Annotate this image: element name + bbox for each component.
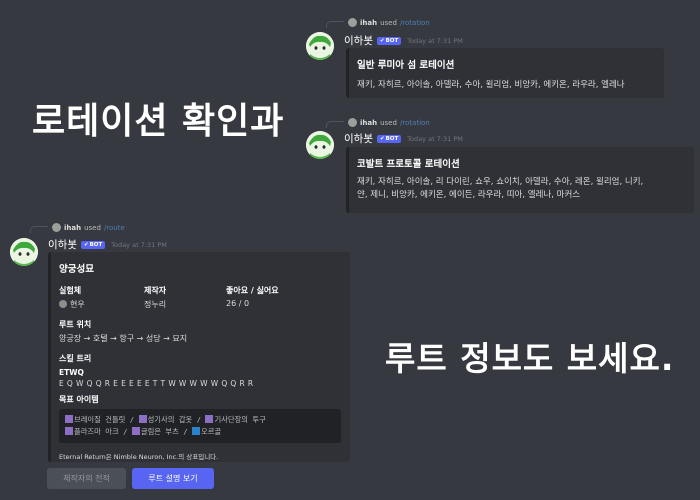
route-embed: 양궁성묘 실험체 현우 제작자 정누리 좋아요 / 싫어요 26 / 0 루트 … [48,252,350,462]
bot-name[interactable]: 이하봇 [48,237,77,252]
reply-command[interactable]: /rotation [400,19,430,27]
item-icon [65,415,73,423]
caption-route: 루트 정보도 보세요. [385,339,675,378]
bot-badge: ✔ BOT [80,240,106,249]
bot-avatar-art [10,238,38,266]
item-name: 기사단장의 투구 [214,415,266,424]
caption-rotation: 로테이션 확인과 [32,101,285,142]
item-icon [138,415,147,423]
reply-reference[interactable]: ihah used /rotation [326,17,430,28]
embed-footer: Eternal Return은 Nimble Neuron, Inc.의 상표입… [59,453,219,461]
check-icon: ✔ [83,241,89,248]
reply-reference[interactable]: ihah used /rotation [326,117,430,128]
field-likes: 좋아요 / 싫어요 26 / 0 [226,285,279,310]
embed-title: 양궁성묘 [59,264,94,275]
skill-order: ETWQ [59,368,84,377]
message-header: 이하봇 ✔ BOT Today at 7:31 PM [344,131,463,146]
field-name: 실험체 [59,286,82,295]
item-icon [192,427,201,435]
item-name: 오르골 [201,427,222,436]
field-skill-tree: 스킬 트리 ETWQ E Q W Q Q R E E E E E T T W W… [59,353,342,388]
goal-items-code-block: 브레이질 건틀릿 / 성기사의 갑옷 / 기사단장의 투구 플라즈마 아크 / … [59,409,341,443]
item-name: 플라즈마 아크 [74,427,119,436]
reply-verb: used [380,118,397,127]
embed-description-line: 얀, 제니, 비앙카, 에키온, 에이든, 라우라, 띠아, 엘레나, 마커스 [357,190,581,200]
route-description-button[interactable]: 루트 설명 보기 [132,468,214,489]
item-icon [65,427,73,435]
reply-reference[interactable]: ihah used /route [30,222,125,233]
reply-verb: used [380,18,397,27]
author-history-button[interactable]: 제작자의 전적 [47,468,126,489]
check-icon: ✔ [379,135,385,142]
item-name: 글림은 부츠 [140,427,179,436]
bot-name[interactable]: 이하봇 [344,131,373,146]
bot-badge-label: BOT [89,241,103,248]
character-name: 현우 [70,300,85,309]
user-avatar-small [348,118,357,127]
timestamp: Today at 7:31 PM [407,36,463,45]
embed-title: 일반 루미아 섬 로테이션 [357,60,455,71]
reply-spine [326,121,344,128]
bot-avatar[interactable] [306,32,334,60]
field-name: 목표 아이템 [59,395,99,404]
bot-avatar[interactable] [10,238,38,266]
goal-items-line: 플라즈마 아크 / 글림은 부츠 / 오르골 [65,426,335,438]
bot-avatar-art [306,32,334,60]
rotation-embed: 일반 루미아 섬 로테이션 재키, 자히르, 아이솔, 아델라, 수아, 윌리엄… [346,48,664,98]
reply-spine [30,226,48,233]
item-icon [205,415,214,423]
reply-username[interactable]: ihah [360,19,377,27]
field-route: 루트 위치 양궁장 → 호텔 → 항구 → 성당 → 묘지 [59,319,342,344]
item-name: 성기사의 갑옷 [147,415,193,424]
bot-badge-label: BOT [385,135,399,142]
bot-avatar[interactable] [306,131,334,159]
message-header: 이하봇 ✔ BOT Today at 7:31 PM [344,33,463,48]
reply-verb: used [84,223,101,232]
field-row: 실험체 현우 제작자 정누리 좋아요 / 싫어요 26 / 0 [59,285,342,310]
skill-sequence: E Q W Q Q R E E E E E T T W W W W W Q Q … [59,379,254,388]
field-name: 루트 위치 [59,320,92,329]
bot-badge: ✔ BOT [376,134,402,143]
field-value: 현우 [59,299,144,310]
field-name: 제작자 [144,286,167,295]
reply-command[interactable]: /rotation [400,119,430,127]
bot-badge: ✔ BOT [376,36,402,45]
reply-command[interactable]: /route [104,224,125,232]
field-value: 정누리 [144,300,167,309]
item-icon [131,427,140,435]
goal-items-line: 브레이질 건틀릿 / 성기사의 갑옷 / 기사단장의 투구 [65,414,335,426]
timestamp: Today at 7:31 PM [407,134,463,143]
bot-name[interactable]: 이하봇 [344,33,373,48]
reply-username[interactable]: ihah [64,224,81,232]
user-avatar-small [348,18,357,27]
embed-title: 코발트 프로토콜 로테이션 [357,159,460,170]
bot-avatar-art [306,131,334,159]
reply-username[interactable]: ihah [360,119,377,127]
embed-description: 재키, 자히르, 아이솔, 아델라, 수아, 윌리엄, 비앙카, 에키온, 라우… [357,80,625,90]
field-subject: 실험체 현우 [59,285,144,310]
field-goal-items: 목표 아이템 브레이질 건틀릿 / 성기사의 갑옷 / 기사단장의 투구 플라즈… [59,394,342,443]
embed-description-line: 재키, 자히르, 아이솔, 리 다이린, 쇼우, 쇼이치, 아델라, 수아, 레… [357,177,644,187]
message-header: 이하봇 ✔ BOT Today at 7:31 PM [48,237,167,252]
check-icon: ✔ [379,37,385,44]
field-author: 제작자 정누리 [144,285,226,310]
reply-spine [326,21,344,28]
field-value: 양궁장 → 호텔 → 항구 → 성당 → 묘지 [59,334,188,343]
user-avatar-small [52,223,61,232]
field-name: 좋아요 / 싫어요 [226,286,279,295]
field-value: 26 / 0 [226,299,250,308]
field-name: 스킬 트리 [59,354,92,363]
bot-badge-label: BOT [385,37,399,44]
item-name: 브레이질 건틀릿 [74,415,126,424]
timestamp: Today at 7:31 PM [111,240,167,249]
rotation-embed: 코발트 프로토콜 로테이션 재키, 자히르, 아이솔, 리 다이린, 쇼우, 쇼… [346,147,694,213]
character-icon [59,300,67,308]
